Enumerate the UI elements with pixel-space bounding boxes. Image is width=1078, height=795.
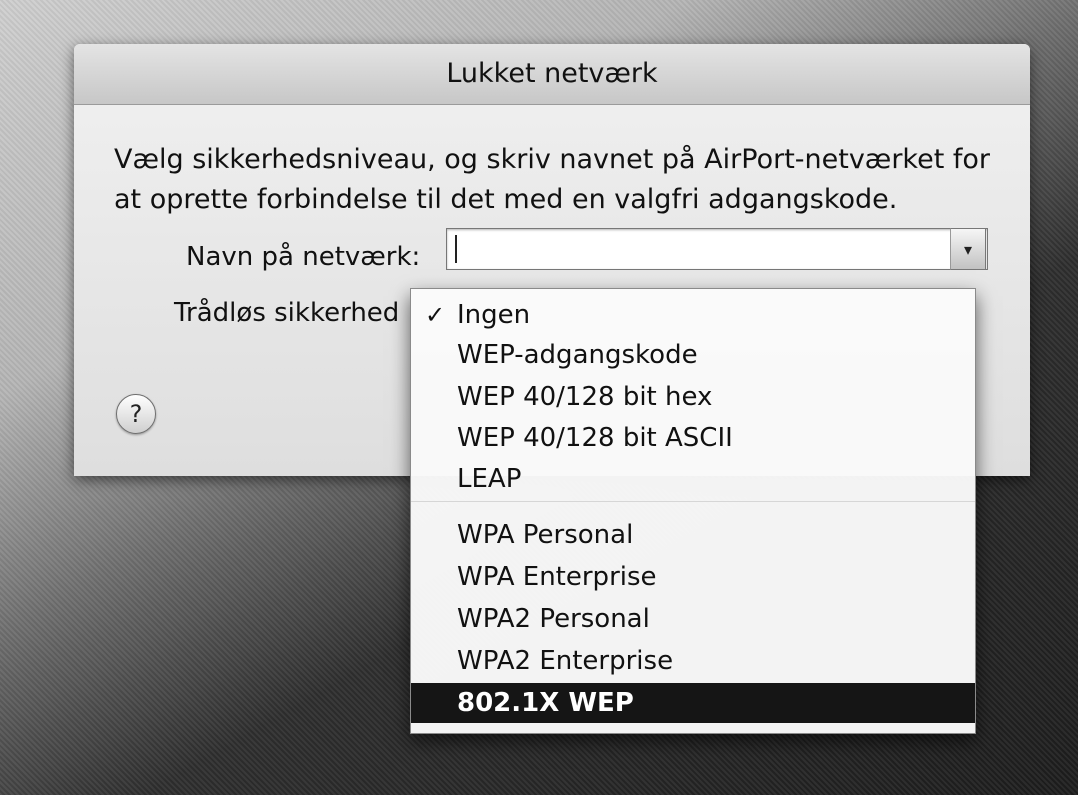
menu-item-label: 802.1X WEP	[457, 688, 634, 718]
menu-item-label: WPA2 Personal	[457, 604, 650, 634]
menu-item-label: Ingen	[457, 300, 531, 330]
menu-item-label: LEAP	[457, 464, 522, 494]
security-popup-menu: ✓ Ingen WEP-adgangskode WEP 40/128 bit h…	[410, 288, 976, 734]
menu-item-leap[interactable]: LEAP	[411, 459, 975, 499]
menu-item-wpa2-enterprise[interactable]: WPA2 Enterprise	[411, 641, 975, 681]
network-list-dropdown-button[interactable]: ▾	[950, 228, 986, 270]
dialog-title: Lukket netværk	[74, 44, 1030, 105]
chevron-down-icon: ▾	[963, 239, 973, 259]
wireless-security-label: Trådløs sikkerhed	[174, 298, 400, 328]
network-name-input[interactable]	[446, 228, 988, 270]
menu-item-wpa2-personal[interactable]: WPA2 Personal	[411, 599, 975, 639]
menu-separator	[411, 501, 975, 502]
menu-item-wep-hex[interactable]: WEP 40/128 bit hex	[411, 377, 975, 417]
dialog-description: Vælg sikkerhedsniveau, og skriv navnet p…	[114, 144, 990, 215]
menu-item-label: WPA Enterprise	[457, 562, 657, 592]
checkmark-icon: ✓	[425, 301, 446, 329]
menu-item-8021x-wep[interactable]: 802.1X WEP	[411, 683, 975, 723]
menu-item-ingen[interactable]: ✓ Ingen	[411, 295, 975, 335]
menu-item-label: WPA Personal	[457, 520, 634, 550]
menu-item-wpa-enterprise[interactable]: WPA Enterprise	[411, 557, 975, 597]
network-name-label: Navn på netværk:	[186, 242, 421, 272]
menu-item-wep-ascii[interactable]: WEP 40/128 bit ASCII	[411, 418, 975, 458]
menu-item-label: WEP-adgangskode	[457, 340, 698, 370]
menu-item-label: WPA2 Enterprise	[457, 646, 674, 676]
menu-item-label: WEP 40/128 bit hex	[457, 382, 713, 412]
help-button[interactable]: ?	[116, 394, 156, 434]
menu-item-wpa-personal[interactable]: WPA Personal	[411, 515, 975, 555]
menu-item-wep-passphrase[interactable]: WEP-adgangskode	[411, 335, 975, 375]
text-caret	[455, 235, 457, 263]
menu-item-label: WEP 40/128 bit ASCII	[457, 423, 733, 453]
help-icon: ?	[129, 400, 143, 428]
